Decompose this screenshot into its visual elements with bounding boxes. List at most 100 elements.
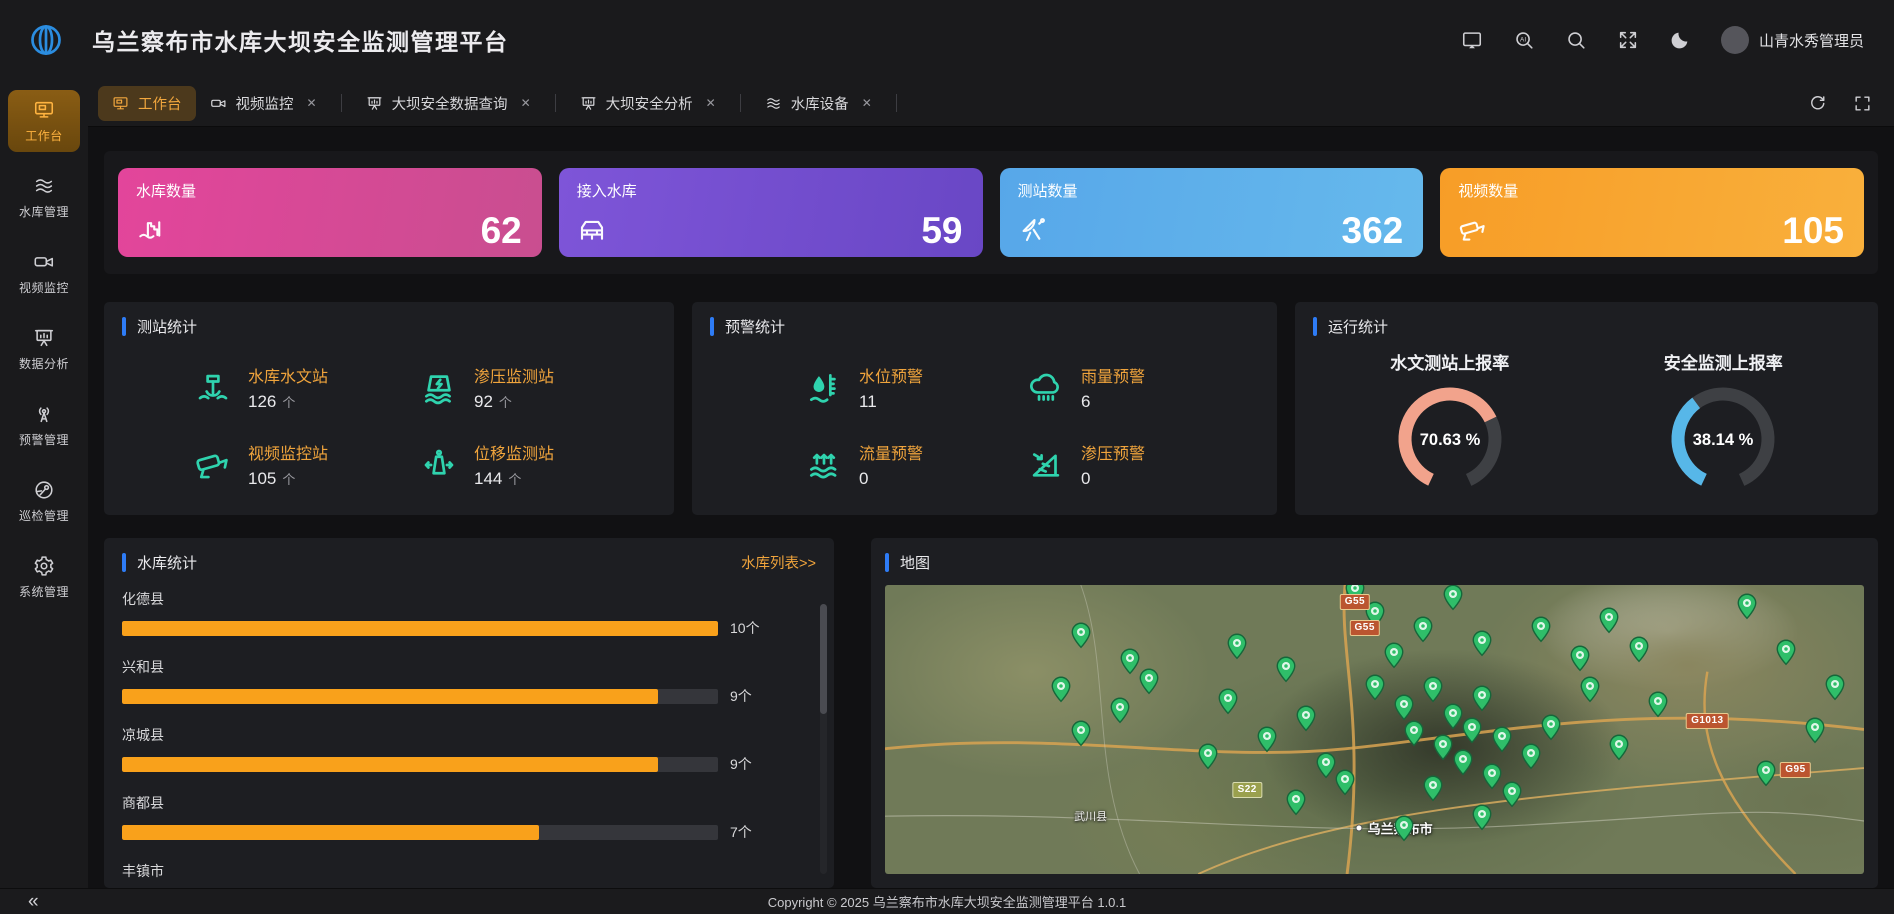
map-marker-pin[interactable]	[1335, 769, 1356, 796]
stat-card-4: 视频数量105	[1440, 168, 1864, 257]
map-marker-pin[interactable]	[1070, 720, 1091, 747]
map-marker-pin[interactable]	[1423, 676, 1444, 703]
sidebar-item-7[interactable]: 系统管理	[8, 546, 80, 608]
map-marker-pin[interactable]	[1217, 688, 1238, 715]
map-marker-pin[interactable]	[1433, 734, 1454, 761]
map-marker-pin[interactable]	[1227, 633, 1248, 660]
bar-category-label: 兴和县	[122, 657, 766, 677]
close-tab-icon[interactable]: ✕	[862, 96, 872, 110]
map-marker-pin[interactable]	[1530, 616, 1551, 643]
map-marker-pin[interactable]	[1628, 636, 1649, 663]
dam-wall-icon	[577, 215, 607, 245]
map-marker-pin[interactable]	[1442, 703, 1463, 730]
scrollbar-thumb[interactable]	[820, 604, 827, 714]
map-marker-pin[interactable]	[1423, 775, 1444, 802]
map-marker-pin[interactable]	[1501, 781, 1522, 808]
map-canvas[interactable]: 乌兰察布市 G55G55G1013G95S22武川县	[885, 585, 1864, 874]
user-menu[interactable]: 山青水秀管理员	[1721, 26, 1864, 54]
cast-icon[interactable]	[1461, 29, 1483, 51]
map-marker-pin[interactable]	[1276, 656, 1297, 683]
refresh-icon[interactable]	[1808, 94, 1827, 113]
page-title: 乌兰察布市水库大坝安全监测管理平台	[92, 23, 509, 57]
map-marker-pin[interactable]	[1442, 585, 1463, 611]
map-marker-pin[interactable]	[1521, 743, 1542, 770]
reservoir-list-link[interactable]: 水库列表>>	[741, 552, 816, 573]
map-marker-pin[interactable]	[1579, 676, 1600, 703]
map-marker-pin[interactable]	[1452, 749, 1473, 776]
map-marker-pin[interactable]	[1491, 726, 1512, 753]
fullscreen-content-icon[interactable]	[1853, 94, 1872, 113]
warning-item-3: 流量预警0	[805, 440, 1027, 489]
tab-5[interactable]: 水库设备✕	[751, 86, 886, 121]
moon-icon[interactable]	[1669, 29, 1691, 51]
map-marker-pin[interactable]	[1364, 674, 1385, 701]
sidebar-item-5[interactable]: 预警管理	[8, 394, 80, 456]
map-marker-pin[interactable]	[1384, 642, 1405, 669]
stat-card-value: 59	[921, 212, 962, 249]
map-marker-pin[interactable]	[1736, 593, 1757, 620]
map-marker-pin[interactable]	[1403, 720, 1424, 747]
bar-row-3: 凉城县9个	[122, 725, 766, 774]
title-accent-bar	[885, 553, 889, 572]
collapse-sidebar-icon[interactable]: «	[28, 890, 39, 914]
map-marker-pin[interactable]	[1462, 717, 1483, 744]
map-marker-pin[interactable]	[1570, 645, 1591, 672]
fullscreen-icon[interactable]	[1617, 29, 1639, 51]
map-marker-pin[interactable]	[1051, 676, 1072, 703]
close-tab-icon[interactable]: ✕	[307, 96, 317, 110]
map-marker-pin[interactable]	[1472, 630, 1493, 657]
map-marker-pin[interactable]	[1286, 789, 1307, 816]
svg-text:38.14 %: 38.14 %	[1693, 431, 1754, 449]
tab-1[interactable]: 工作台	[98, 86, 196, 121]
tab-2[interactable]: 视频监控 ✕	[196, 86, 331, 121]
map-marker-pin[interactable]	[1599, 607, 1620, 634]
station-value: 126个	[248, 392, 328, 412]
scrollbar-track[interactable]	[820, 604, 827, 874]
warning-texts: 水位预警11	[859, 363, 923, 412]
map-marker-pin[interactable]	[1775, 639, 1796, 666]
reservoir-bar-chart: 化德县10个兴和县9个凉城县9个商都县7个丰镇市6个	[122, 589, 816, 888]
map-marker-pin[interactable]	[1609, 734, 1630, 761]
warning-stats-title: 预警统计	[725, 316, 785, 337]
ai-search-icon[interactable]: AI	[1513, 29, 1535, 51]
map-marker-pin[interactable]	[1393, 694, 1414, 721]
sidebar-item-3[interactable]: 视频监控	[8, 242, 80, 304]
map-marker-pin[interactable]	[1070, 622, 1091, 649]
tab-4[interactable]: 大坝安全分析✕	[566, 86, 730, 121]
map-marker-pin[interactable]	[1139, 668, 1160, 695]
map-marker-pin[interactable]	[1540, 714, 1561, 741]
map-marker-pin[interactable]	[1805, 717, 1826, 744]
sidebar-item-2[interactable]: 水库管理	[8, 166, 80, 228]
close-tab-icon[interactable]: ✕	[521, 96, 531, 110]
avatar	[1721, 26, 1749, 54]
map-marker-pin[interactable]	[1198, 743, 1219, 770]
bar-line: 10个	[122, 618, 766, 638]
station-texts: 水库水文站 126个	[248, 363, 328, 412]
map-marker-pin[interactable]	[1315, 752, 1336, 779]
sidebar-item-4[interactable]: 数据分析	[8, 318, 80, 380]
inspection-icon	[33, 479, 55, 501]
map-marker-pin[interactable]	[1393, 815, 1414, 842]
close-tab-icon[interactable]: ✕	[706, 96, 716, 110]
tab-label: 视频监控	[236, 93, 294, 114]
map-marker-pin[interactable]	[1295, 705, 1316, 732]
map-marker-pin[interactable]	[1481, 763, 1502, 790]
map-marker-pin[interactable]	[1256, 726, 1277, 753]
map-marker-pin[interactable]	[1119, 648, 1140, 675]
map-marker-pin[interactable]	[1109, 697, 1130, 724]
map-marker-pin[interactable]	[1472, 804, 1493, 831]
map-marker-pin[interactable]	[1648, 691, 1669, 718]
unit-label: 个	[499, 395, 512, 410]
sidebar-item-6[interactable]: 巡检管理	[8, 470, 80, 532]
map-marker-pin[interactable]	[1756, 760, 1777, 787]
map-marker-pin[interactable]	[1472, 685, 1493, 712]
map-marker-pin[interactable]	[1824, 674, 1845, 701]
station-label: 水库水文站	[248, 363, 328, 387]
sidebar-item-1[interactable]: 工作台	[8, 90, 80, 152]
tab-3[interactable]: 大坝安全数据查询✕	[352, 86, 545, 121]
hydrology-icon	[194, 369, 232, 407]
search-icon[interactable]	[1565, 29, 1587, 51]
road-badge: G55	[1350, 620, 1380, 636]
map-marker-pin[interactable]	[1413, 616, 1434, 643]
copyright-text: Copyright © 2025 乌兰察布市水库大坝安全监测管理平台 1.0.1	[768, 892, 1127, 911]
